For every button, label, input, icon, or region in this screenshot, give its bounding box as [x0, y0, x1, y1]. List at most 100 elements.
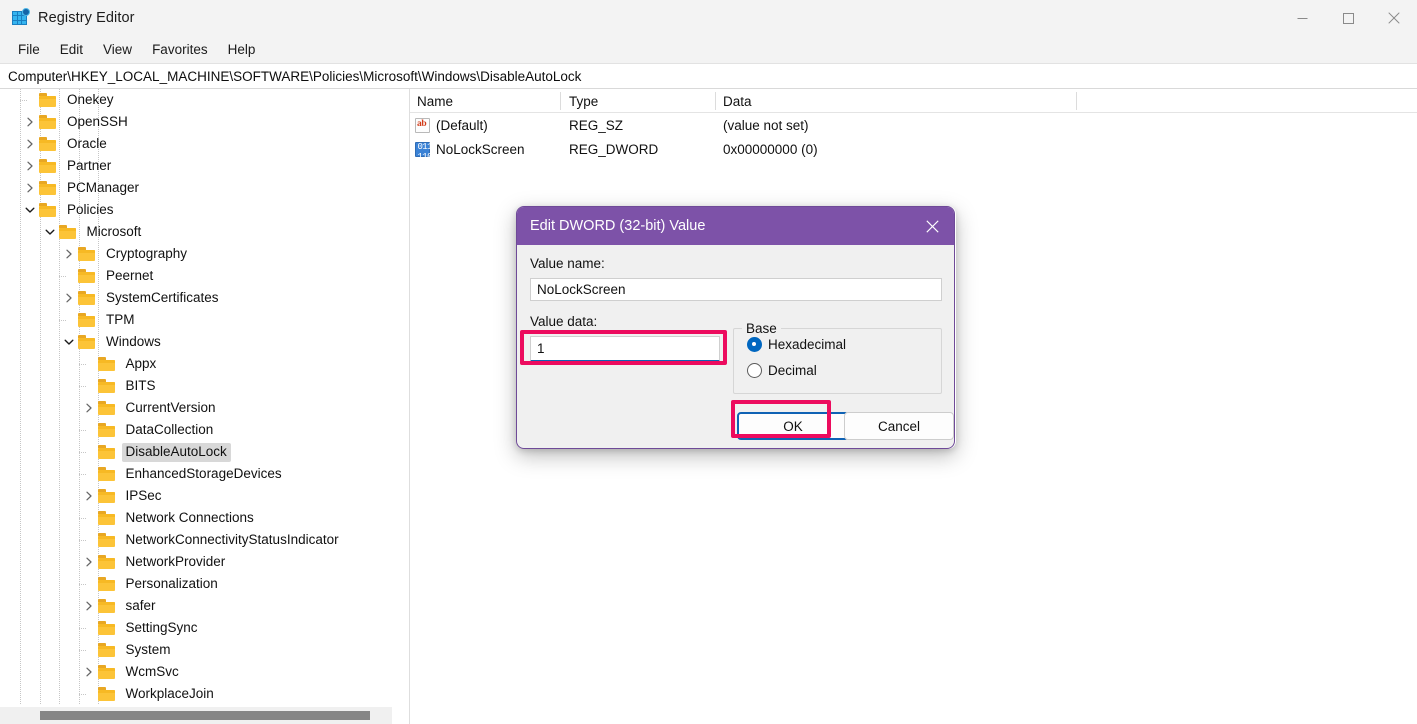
tree-item[interactable]: IPSec: [0, 485, 391, 507]
registry-path: Computer\HKEY_LOCAL_MACHINE\SOFTWARE\Pol…: [8, 68, 582, 84]
tree-connector: [78, 518, 87, 519]
tree-connector: [78, 452, 87, 453]
chevron-right-icon[interactable]: [61, 290, 77, 306]
value-row[interactable]: ab (Default) REG_SZ (value not set): [410, 113, 1417, 137]
chevron-down-icon[interactable]: [42, 224, 58, 240]
tree-item[interactable]: Partner: [0, 155, 391, 177]
tree-connector: [78, 694, 87, 695]
folder-icon: [97, 577, 115, 591]
minimize-button[interactable]: [1279, 0, 1325, 36]
chevron-right-icon[interactable]: [22, 114, 38, 130]
column-header-name[interactable]: Name: [410, 89, 560, 113]
chevron-right-icon[interactable]: [22, 180, 38, 196]
tree-item[interactable]: NetworkConnectivityStatusIndicator: [0, 529, 391, 551]
tree-item-label: Appx: [125, 355, 157, 371]
radio-hexadecimal-indicator: [747, 337, 762, 352]
chevron-down-icon[interactable]: [61, 334, 77, 350]
folder-icon: [97, 357, 115, 371]
chevron-down-icon[interactable]: [22, 202, 38, 218]
value-name-input[interactable]: NoLockScreen: [530, 278, 942, 301]
tree-item[interactable]: SystemCertificates: [0, 287, 391, 309]
tree-item-label: Cryptography: [106, 245, 188, 261]
ok-button[interactable]: OK: [737, 412, 849, 440]
tree-item[interactable]: WcmSvc: [0, 661, 391, 683]
value-data-input[interactable]: 1: [530, 336, 720, 362]
values-column-headers: Name Type Data: [410, 89, 1417, 113]
value-type-cell: REG_SZ: [569, 117, 624, 133]
folder-icon: [39, 203, 56, 217]
tree-item[interactable]: SettingSync: [0, 617, 391, 639]
folder-icon: [97, 621, 115, 635]
chevron-right-icon[interactable]: [81, 554, 97, 570]
menu-view[interactable]: View: [93, 39, 142, 60]
radio-decimal-label: Decimal: [768, 363, 817, 378]
tree-item[interactable]: CurrentVersion: [0, 397, 391, 419]
menu-file[interactable]: File: [8, 39, 50, 60]
cancel-button[interactable]: Cancel: [844, 412, 954, 440]
tree-item[interactable]: PCManager: [0, 177, 391, 199]
tree-item[interactable]: Microsoft: [0, 221, 391, 243]
tree-item[interactable]: Personalization: [0, 573, 391, 595]
tree-item[interactable]: DataCollection: [0, 419, 391, 441]
column-resize-handle[interactable]: [1076, 92, 1077, 110]
folder-icon: [97, 533, 115, 547]
menu-favorites[interactable]: Favorites: [142, 39, 218, 60]
menu-help[interactable]: Help: [218, 39, 266, 60]
tree-item[interactable]: Oracle: [0, 133, 391, 155]
tree-item-selected[interactable]: DisableAutoLock: [0, 441, 391, 463]
tree-item[interactable]: Onekey: [0, 89, 391, 111]
chevron-right-icon[interactable]: [22, 136, 38, 152]
tree-item[interactable]: BITS: [0, 375, 391, 397]
tree-connector: [78, 650, 87, 651]
tree-horizontal-scrollbar[interactable]: [0, 707, 392, 724]
column-header-type[interactable]: Type: [562, 89, 715, 113]
tree-item[interactable]: OpenSSH: [0, 111, 391, 133]
dialog-close-button[interactable]: [910, 207, 954, 245]
tree-horizontal-scrollbar-thumb[interactable]: [40, 711, 370, 720]
tree-item[interactable]: Peernet: [0, 265, 391, 287]
radio-hexadecimal[interactable]: Hexadecimal: [747, 337, 846, 352]
tree-item[interactable]: EnhancedStorageDevices: [0, 463, 391, 485]
dialog-titlebar: Edit DWORD (32-bit) Value: [517, 207, 954, 245]
window-title: Registry Editor: [38, 10, 135, 26]
menu-edit[interactable]: Edit: [50, 39, 93, 60]
tree-item[interactable]: Windows: [0, 331, 391, 353]
tree-item[interactable]: NetworkProvider: [0, 551, 391, 573]
tree-item[interactable]: Cryptography: [0, 243, 391, 265]
value-row[interactable]: 011 110 NoLockScreen REG_DWORD 0x00000000 (0…: [410, 137, 1417, 162]
chevron-right-icon[interactable]: [81, 598, 97, 614]
tree-item[interactable]: System: [0, 639, 391, 661]
tree-item-label: Microsoft: [86, 223, 142, 239]
tree-item-label: CurrentVersion: [125, 399, 216, 415]
close-button[interactable]: [1371, 0, 1417, 36]
tree-connector: [78, 430, 87, 431]
tree-item[interactable]: Policies: [0, 199, 391, 221]
address-bar[interactable]: Computer\HKEY_LOCAL_MACHINE\SOFTWARE\Pol…: [0, 63, 1417, 89]
chevron-right-icon[interactable]: [81, 488, 97, 504]
maximize-button[interactable]: [1325, 0, 1371, 36]
column-resize-handle[interactable]: [560, 92, 561, 110]
folder-icon: [39, 181, 56, 195]
tree-connector: [78, 364, 87, 365]
chevron-right-icon[interactable]: [61, 246, 77, 262]
tree-item[interactable]: WorkplaceJoin: [0, 683, 391, 705]
radio-decimal[interactable]: Decimal: [747, 363, 817, 378]
column-header-data[interactable]: Data: [716, 89, 1076, 113]
chevron-right-icon[interactable]: [81, 400, 97, 416]
folder-icon: [78, 335, 95, 349]
tree-item[interactable]: TPM: [0, 309, 391, 331]
tree-item[interactable]: safer: [0, 595, 391, 617]
tree-item-label: DataCollection: [125, 421, 214, 437]
tree-item[interactable]: Network Connections: [0, 507, 391, 529]
tree-item[interactable]: Appx: [0, 353, 391, 375]
folder-icon: [97, 401, 115, 415]
folder-icon: [97, 599, 115, 613]
chevron-right-icon[interactable]: [22, 158, 38, 174]
tree-item-label: safer: [125, 597, 156, 613]
tree-item-label: TPM: [106, 311, 135, 327]
chevron-right-icon[interactable]: [81, 664, 97, 680]
value-data-cell: (value not set): [723, 117, 809, 133]
registry-tree-pane[interactable]: Onekey OpenSSH Oracle Partner PCManager Polic…: [0, 89, 392, 707]
folder-icon: [78, 269, 95, 283]
folder-icon: [78, 313, 95, 327]
